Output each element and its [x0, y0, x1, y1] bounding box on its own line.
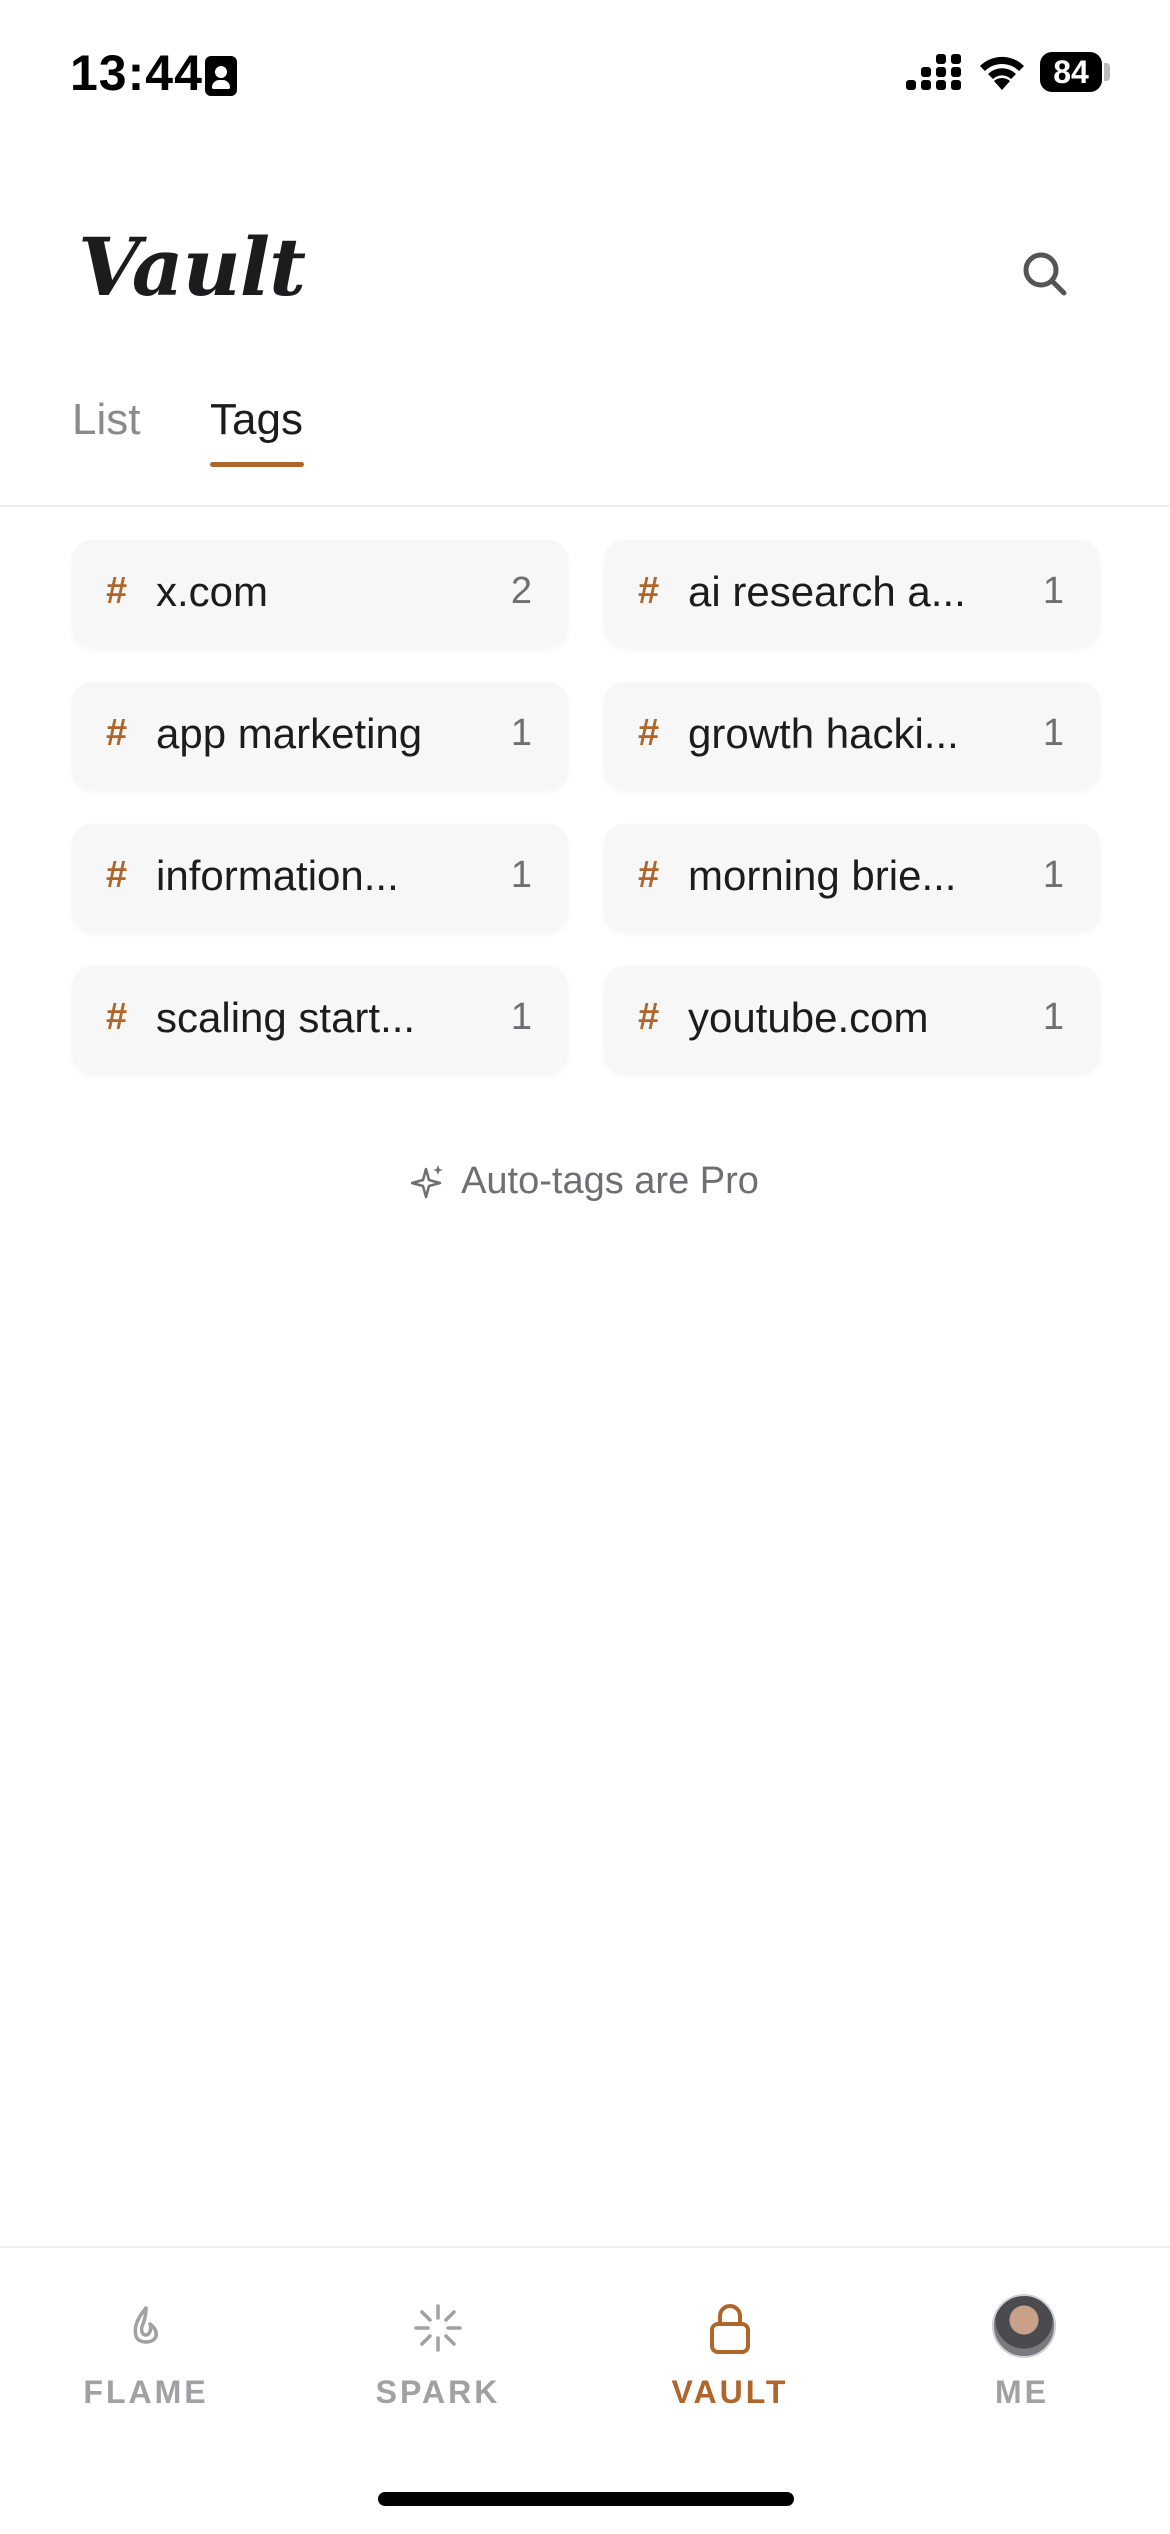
tag-name: growth hacki... [688, 710, 959, 757]
bottom-tab-bar: FLAME SPARK VAULT ME [0, 2246, 1170, 2534]
avatar [992, 2294, 1056, 2358]
auto-tags-pro-notice[interactable]: Auto-tags are Pro [0, 1160, 1170, 1211]
nav-item-vault[interactable]: VAULT [584, 2248, 876, 2448]
tag-name: youtube.com [688, 994, 929, 1041]
home-indicator [378, 2492, 794, 2506]
battery-icon: 84 [1040, 52, 1102, 92]
view-tabs: List Tags [0, 385, 1170, 507]
tag-name: scaling start... [156, 994, 416, 1041]
flame-icon [133, 2306, 158, 2344]
tag-count: 1 [1042, 854, 1064, 896]
tab-tags[interactable]: Tags [210, 395, 303, 445]
tag-name: app marketing [156, 710, 423, 757]
tag-name: morning brie... [688, 852, 957, 899]
tag-item[interactable]: # x.com 2 [72, 540, 568, 648]
hash-icon: # [106, 712, 128, 754]
contact-card-icon [205, 56, 237, 96]
tag-count: 1 [510, 996, 532, 1038]
tag-grid: # x.com 2 # ai research a... 1 # app mar… [72, 540, 1100, 1074]
tag-count: 1 [510, 712, 532, 754]
hash-icon: # [106, 854, 128, 896]
tag-item[interactable]: # scaling start... 1 [72, 966, 568, 1074]
wifi-icon [980, 56, 1024, 90]
tag-name: x.com [156, 568, 269, 615]
nav-item-spark[interactable]: SPARK [292, 2248, 584, 2448]
pro-notice-text: Auto-tags are Pro [461, 1160, 759, 1202]
cellular-signal-icon [906, 54, 962, 96]
hash-icon: # [638, 996, 660, 1038]
tag-count: 1 [1042, 712, 1064, 754]
status-time: 13:44 [70, 45, 203, 101]
search-icon [1023, 252, 1067, 296]
tag-count: 1 [510, 854, 532, 896]
hash-icon: # [638, 570, 660, 612]
tag-name: ai research a... [688, 568, 966, 615]
hash-icon: # [638, 712, 660, 754]
tag-item[interactable]: # app marketing 1 [72, 682, 568, 790]
page-title: Vault [78, 220, 306, 314]
tag-item[interactable]: # information... 1 [72, 824, 568, 932]
lock-icon [710, 2304, 750, 2354]
nav-item-me[interactable]: ME [876, 2248, 1168, 2448]
search-button[interactable] [1010, 240, 1080, 310]
tag-item[interactable]: # ai research a... 1 [604, 540, 1100, 648]
active-tab-indicator [210, 462, 304, 467]
nav-label-me: ME [995, 2374, 1049, 2410]
tag-count: 2 [510, 570, 532, 612]
tag-name: information... [156, 852, 399, 899]
tag-item[interactable]: # morning brie... 1 [604, 824, 1100, 932]
hash-icon: # [106, 570, 128, 612]
tag-count: 1 [1042, 996, 1064, 1038]
hash-icon: # [106, 996, 128, 1038]
sparkle-icon [411, 1164, 444, 1198]
spark-icon [414, 2304, 462, 2352]
nav-label-flame: FLAME [83, 2374, 209, 2410]
status-bar: 13:44 84 [0, 0, 1170, 150]
hash-icon: # [638, 854, 660, 896]
tag-item[interactable]: # growth hacki... 1 [604, 682, 1100, 790]
tag-count: 1 [1042, 570, 1064, 612]
nav-label-vault: VAULT [671, 2374, 789, 2410]
battery-tip [1104, 63, 1110, 81]
tag-item[interactable]: # youtube.com 1 [604, 966, 1100, 1074]
nav-label-spark: SPARK [375, 2374, 501, 2410]
tab-list[interactable]: List [72, 395, 140, 445]
nav-item-flame[interactable]: FLAME [0, 2248, 292, 2448]
